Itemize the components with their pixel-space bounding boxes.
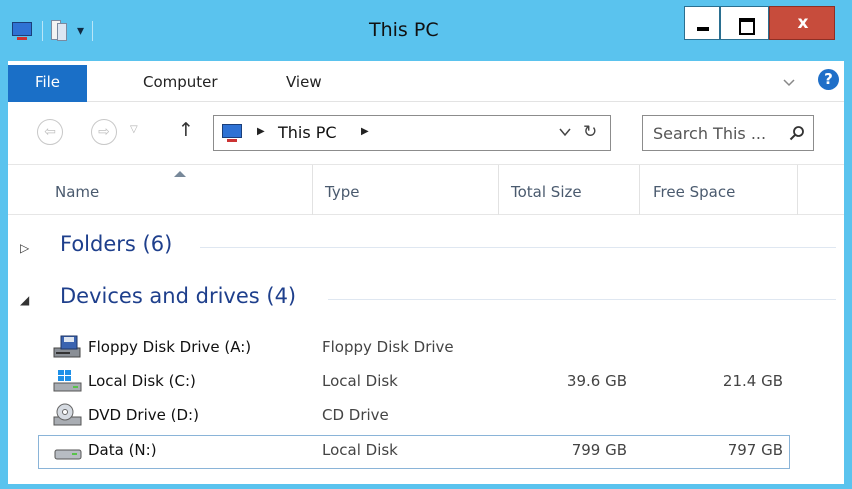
search-box[interactable] [642, 115, 814, 151]
drive-total-size: 39.6 GB [566, 372, 627, 390]
expand-triangle-icon[interactable]: ▷ [20, 241, 29, 255]
drive-type: Local Disk [322, 441, 398, 459]
toolbar-separator [92, 21, 94, 41]
group-label: Folders (6) [60, 232, 173, 256]
group-label: Devices and drives (4) [60, 284, 297, 308]
this-pc-icon [222, 123, 244, 143]
column-header-label: Free Space [653, 183, 736, 201]
drive-row-data-n[interactable]: Data (N:) Local Disk 799 GB 797 GB [8, 434, 844, 466]
back-button[interactable]: ⇦ [37, 119, 63, 145]
windows-disk-icon [53, 370, 82, 392]
drive-row-local-disk-c[interactable]: Local Disk (C:) Local Disk 39.6 GB 21.4 … [8, 365, 844, 397]
column-header-name[interactable]: Name [8, 165, 313, 215]
breadcrumb-arrow-icon[interactable]: ▶ [361, 126, 369, 137]
floppy-drive-icon [53, 335, 81, 358]
drive-name: DVD Drive (D:) [88, 406, 199, 424]
title-bar[interactable]: ▾ This PC x [0, 0, 852, 61]
drive-name: Local Disk (C:) [88, 372, 196, 390]
navigation-bar: ⇦ ⇨ ▽ ↑ ▶ This PC ▶ ↻ [8, 102, 844, 165]
expand-ribbon-chevron-icon[interactable] [782, 75, 796, 89]
forward-button[interactable]: ⇨ [91, 119, 117, 145]
ribbon-tabs: File Computer View ? [8, 61, 844, 102]
drive-free-space: 21.4 GB [722, 372, 783, 390]
collapse-triangle-icon[interactable]: ◢ [20, 293, 29, 307]
window-title: This PC [369, 19, 439, 41]
drive-type: Local Disk [322, 372, 398, 390]
column-header-total-size[interactable]: Total Size [499, 165, 640, 215]
breadcrumb-arrow-icon[interactable]: ▶ [257, 126, 265, 137]
dvd-drive-icon [53, 403, 82, 426]
column-header-label: Total Size [511, 183, 582, 201]
group-devices-and-drives[interactable]: ◢ Devices and drives (4) [8, 284, 844, 316]
group-folders[interactable]: ▷ Folders (6) [8, 232, 844, 264]
address-bar[interactable]: ▶ This PC ▶ ↻ [213, 115, 611, 151]
maximize-button[interactable] [720, 6, 769, 40]
tab-file[interactable]: File [8, 65, 87, 102]
drive-type: CD Drive [322, 406, 389, 424]
sort-ascending-icon [174, 171, 186, 177]
help-icon[interactable]: ? [818, 69, 839, 90]
drive-total-size: 799 GB [571, 441, 627, 459]
column-headers: Name Type Total Size Free Space [8, 165, 844, 215]
tab-view[interactable]: View [286, 73, 322, 91]
drive-type: Floppy Disk Drive [322, 338, 454, 356]
up-button[interactable]: ↑ [178, 119, 194, 141]
close-icon: x [797, 13, 809, 33]
address-history-chevron-icon[interactable] [559, 127, 571, 137]
drive-row-dvd[interactable]: DVD Drive (D:) CD Drive [8, 399, 844, 431]
group-divider [200, 247, 836, 248]
refresh-icon[interactable]: ↻ [583, 122, 597, 142]
search-input[interactable] [653, 122, 781, 144]
properties-icon[interactable] [51, 20, 69, 42]
quick-access-toolbar: ▾ [12, 16, 94, 46]
drive-name: Floppy Disk Drive (A:) [88, 338, 252, 356]
toolbar-separator [42, 21, 43, 41]
recent-locations-chevron-icon[interactable]: ▽ [130, 124, 138, 135]
column-header-label: Name [55, 183, 100, 201]
tab-computer[interactable]: Computer [143, 73, 218, 91]
window-border [0, 484, 852, 489]
this-pc-icon[interactable] [12, 21, 34, 41]
search-icon[interactable] [789, 125, 805, 141]
close-button[interactable]: x [769, 6, 835, 40]
drive-name: Data (N:) [88, 441, 157, 459]
breadcrumb-this-pc[interactable]: This PC [278, 123, 337, 142]
column-header-free-space[interactable]: Free Space [640, 165, 798, 215]
drive-free-space: 797 GB [727, 441, 783, 459]
hard-disk-icon [54, 449, 82, 460]
column-header-label: Type [325, 183, 360, 201]
group-divider [328, 299, 836, 300]
minimize-button[interactable] [684, 6, 720, 40]
customize-toolbar-chevron-icon[interactable]: ▾ [77, 23, 84, 39]
drive-row-floppy[interactable]: Floppy Disk Drive (A:) Floppy Disk Drive [8, 331, 844, 363]
column-header-type[interactable]: Type [313, 165, 499, 215]
